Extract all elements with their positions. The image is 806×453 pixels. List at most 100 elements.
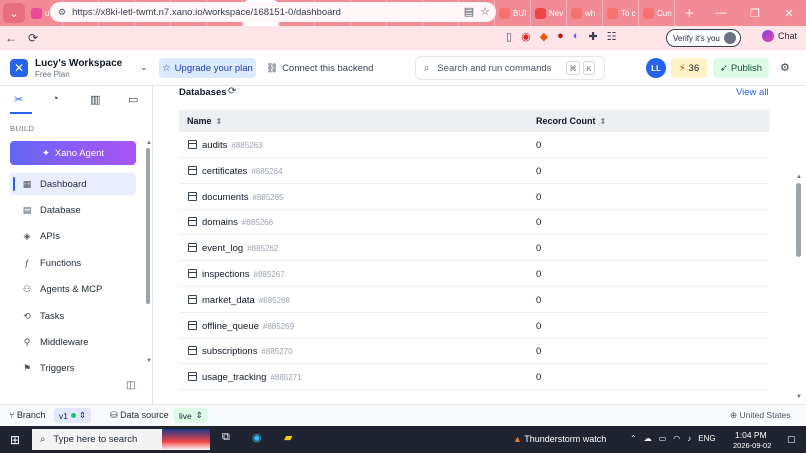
table-name-cell[interactable]: subscriptions #885270 bbox=[202, 346, 293, 357]
new-tab-button[interactable]: + bbox=[685, 5, 694, 22]
file-explorer-icon[interactable]: ▰ bbox=[284, 431, 292, 444]
sidebar-item-agents-mcp[interactable]: ⚇ Agents & MCP bbox=[10, 279, 136, 301]
region-indicator[interactable]: ⊕ United States bbox=[730, 410, 791, 421]
taskbar-search-input[interactable]: ⌕ Type here to search bbox=[32, 429, 210, 450]
browser-tab[interactable]: wh bbox=[567, 0, 603, 26]
weather-label: Thunderstorm watch bbox=[524, 434, 607, 444]
table-icon bbox=[188, 372, 197, 382]
display-icon[interactable]: ▭ bbox=[659, 434, 667, 443]
table-name-cell[interactable]: certificates #885264 bbox=[202, 166, 283, 177]
cloud-icon[interactable]: ☁ bbox=[644, 434, 652, 443]
table-name-cell[interactable]: offline_queue #885269 bbox=[202, 321, 294, 332]
user-avatar[interactable]: LL bbox=[646, 58, 666, 78]
sidebar-item-middleware[interactable]: ⚲ Middleware bbox=[10, 331, 136, 353]
back-button[interactable]: ← bbox=[0, 31, 22, 45]
extensions-puzzle-icon[interactable]: ✚ bbox=[588, 30, 597, 43]
scroll-down-arrow[interactable]: ▼ bbox=[146, 358, 152, 364]
tab-search-button[interactable]: ⌄ bbox=[3, 3, 25, 23]
weather-widget[interactable]: ▲ Thunderstorm watch bbox=[513, 434, 606, 444]
wifi-icon[interactable]: ◠ bbox=[673, 434, 680, 443]
branch-selector[interactable]: v1 ⇕ bbox=[54, 408, 92, 423]
close-window-button[interactable]: ✕ bbox=[772, 7, 806, 20]
chat-button[interactable]: Chat bbox=[762, 30, 797, 42]
clock-time[interactable]: 1:04 PM bbox=[735, 430, 767, 440]
table-row[interactable]: event_log #885262 0 bbox=[179, 237, 769, 262]
sidebar-item-apis[interactable]: ◈ APIs bbox=[10, 226, 136, 248]
browser-tab[interactable]: Nev bbox=[531, 0, 567, 26]
sidebar-item-dashboard[interactable]: ▦ Dashboard bbox=[10, 173, 136, 195]
table-row[interactable]: subscriptions #885270 0 bbox=[179, 340, 769, 365]
extension-fox-icon[interactable]: ◆ bbox=[540, 30, 548, 43]
browser-tab[interactable]: Cun bbox=[639, 0, 675, 26]
table-row[interactable]: certificates #885264 0 bbox=[179, 160, 769, 184]
connect-backend-button[interactable]: ⛓ Connect this backend bbox=[266, 58, 373, 78]
refresh-icon[interactable]: ⟳ bbox=[228, 86, 236, 97]
table-name-cell[interactable]: audits #885263 bbox=[202, 140, 263, 151]
table-row[interactable]: domains #885266 0 bbox=[179, 211, 769, 236]
credits-badge[interactable]: ⚡ 36 bbox=[671, 58, 707, 78]
sidebar-item-triggers[interactable]: ⚑ Triggers bbox=[10, 358, 136, 380]
table-name-cell[interactable]: documents #885265 bbox=[202, 192, 284, 203]
upgrade-plan-button[interactable]: ☆ Upgrade your plan bbox=[159, 58, 256, 78]
gear-icon[interactable]: ⚙ bbox=[780, 61, 790, 74]
site-info-icon[interactable]: ⚙ bbox=[58, 7, 66, 18]
maximize-button[interactable]: ❐ bbox=[738, 7, 772, 20]
analytics-chart-icon[interactable]: ▥ bbox=[90, 93, 100, 106]
clock-date[interactable]: 2026-09-02 bbox=[733, 441, 771, 450]
sidebar-item-tasks[interactable]: ⟲ Tasks bbox=[10, 305, 136, 327]
extension-red-icon[interactable]: ◉ bbox=[521, 30, 531, 43]
scroll-up-arrow[interactable]: ▲ bbox=[146, 140, 152, 146]
table-row[interactable]: audits #885263 0 bbox=[179, 134, 769, 158]
table-name-cell[interactable]: inspections #885267 bbox=[202, 269, 285, 280]
column-record-count-header[interactable]: Record Count ⇕ bbox=[536, 116, 606, 126]
table-row[interactable]: offline_queue #885269 0 bbox=[179, 315, 769, 339]
table-name-cell[interactable]: event_log #885262 bbox=[202, 243, 278, 254]
scroll-up-arrow[interactable]: ▲ bbox=[796, 174, 802, 180]
sidebar-scrollbar[interactable] bbox=[146, 148, 150, 304]
column-name-header[interactable]: Name ⇕ bbox=[187, 116, 222, 126]
volume-icon[interactable]: ♪ bbox=[687, 434, 691, 443]
workspace-name[interactable]: Lucy's Workspace bbox=[35, 58, 122, 69]
publish-button[interactable]: ➶ Publish bbox=[713, 58, 769, 78]
table-name-cell[interactable]: market_data #885268 bbox=[202, 295, 290, 306]
workspace-switcher-chevron-icon[interactable]: ⌄ bbox=[140, 62, 148, 73]
table-row[interactable]: documents #885265 0 bbox=[179, 186, 769, 210]
middleware-icon: ⚲ bbox=[23, 336, 31, 347]
tab-groups-icon[interactable]: ☷ bbox=[607, 30, 617, 43]
sidebar-item-functions[interactable]: ƒ Functions bbox=[10, 252, 136, 274]
task-view-icon[interactable]: ⧉ bbox=[222, 431, 230, 444]
extension-blue-icon[interactable]: ◐ bbox=[573, 30, 580, 43]
view-all-link[interactable]: View all bbox=[736, 87, 769, 98]
edge-browser-icon[interactable]: ◉ bbox=[252, 431, 262, 444]
data-source-selector[interactable]: live ⇕ bbox=[174, 408, 208, 423]
xano-agent-button[interactable]: ✦ Xano Agent bbox=[10, 141, 136, 165]
reader-mode-icon[interactable]: ▤ bbox=[464, 5, 474, 18]
table-row[interactable]: usage_tracking #885271 0 bbox=[179, 366, 769, 391]
notification-icon[interactable]: ▢ bbox=[787, 434, 796, 445]
build-tools-icon[interactable]: ✂ bbox=[14, 93, 23, 106]
browser-tab[interactable]: BUI bbox=[495, 0, 531, 26]
language-indicator[interactable]: ENG bbox=[698, 434, 715, 443]
table-row[interactable]: inspections #885267 0 bbox=[179, 263, 769, 287]
scroll-down-arrow[interactable]: ▼ bbox=[796, 394, 802, 400]
verify-profile-button[interactable]: Verify it's you bbox=[666, 29, 741, 47]
minimize-button[interactable]: — bbox=[704, 7, 738, 19]
dashboard-gauge-icon[interactable]: ◔ bbox=[52, 93, 59, 105]
table-name-cell[interactable]: domains #885266 bbox=[202, 217, 273, 228]
bookmark-star-icon[interactable]: ☆ bbox=[480, 5, 490, 18]
extension-apple-icon[interactable]: ● bbox=[557, 30, 564, 43]
tray-chevron-up-icon[interactable]: ⌃ bbox=[630, 434, 637, 443]
record-count-cell: 0 bbox=[536, 372, 542, 384]
windows-start-icon[interactable]: ⊞ bbox=[10, 433, 20, 447]
main-scrollbar[interactable] bbox=[796, 183, 801, 257]
storage-icon[interactable]: ▭ bbox=[128, 93, 138, 106]
sidebar-item-database[interactable]: ▤ Database bbox=[10, 199, 136, 221]
table-name-cell[interactable]: usage_tracking #885271 bbox=[202, 372, 302, 383]
table-row[interactable]: market_data #885268 0 bbox=[179, 289, 769, 313]
address-bar[interactable]: ⚙ https://x8ki-letl-twmt.n7.xano.io/work… bbox=[50, 2, 496, 22]
browser-tab[interactable]: To c bbox=[603, 0, 639, 26]
collapse-sidebar-icon[interactable]: ◫ bbox=[126, 380, 135, 391]
reload-button[interactable]: ⟳ bbox=[22, 31, 44, 45]
command-search-input[interactable]: ⌕ Search and run commands ⌘ K bbox=[415, 56, 605, 80]
phone-icon[interactable]: ▯ bbox=[506, 30, 512, 43]
